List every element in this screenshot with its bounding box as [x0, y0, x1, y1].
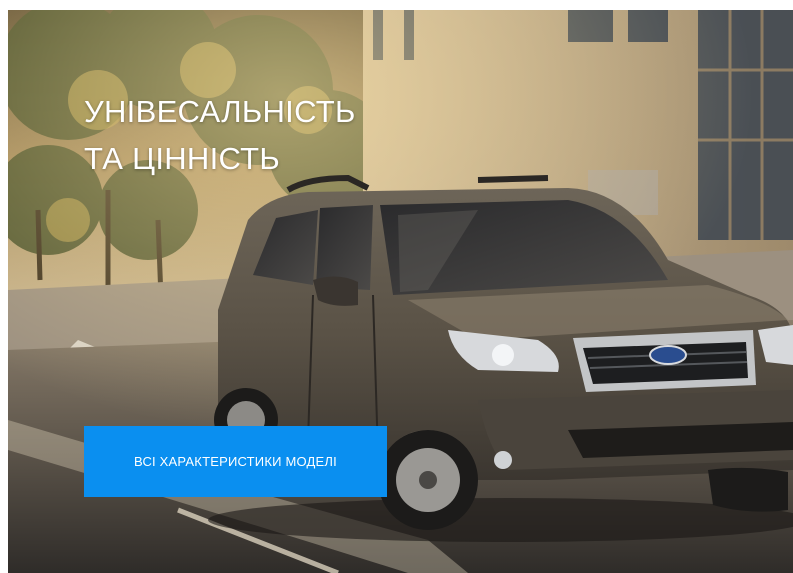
hero-headline: УНІВЕСАЛЬНІСТЬ ТА ЦІННІСТЬ	[84, 88, 356, 182]
hero-banner: УНІВЕСАЛЬНІСТЬ ТА ЦІННІСТЬ ВСІ ХАРАКТЕРИ…	[8, 10, 793, 573]
page: УНІВЕСАЛЬНІСТЬ ТА ЦІННІСТЬ ВСІ ХАРАКТЕРИ…	[0, 0, 793, 573]
all-model-specs-button[interactable]: ВСІ ХАРАКТЕРИСТИКИ МОДЕЛІ	[84, 426, 387, 497]
hero-headline-line-2: ТА ЦІННІСТЬ	[84, 141, 281, 176]
hero-headline-line-1: УНІВЕСАЛЬНІСТЬ	[84, 94, 356, 129]
page-margin	[0, 0, 8, 573]
